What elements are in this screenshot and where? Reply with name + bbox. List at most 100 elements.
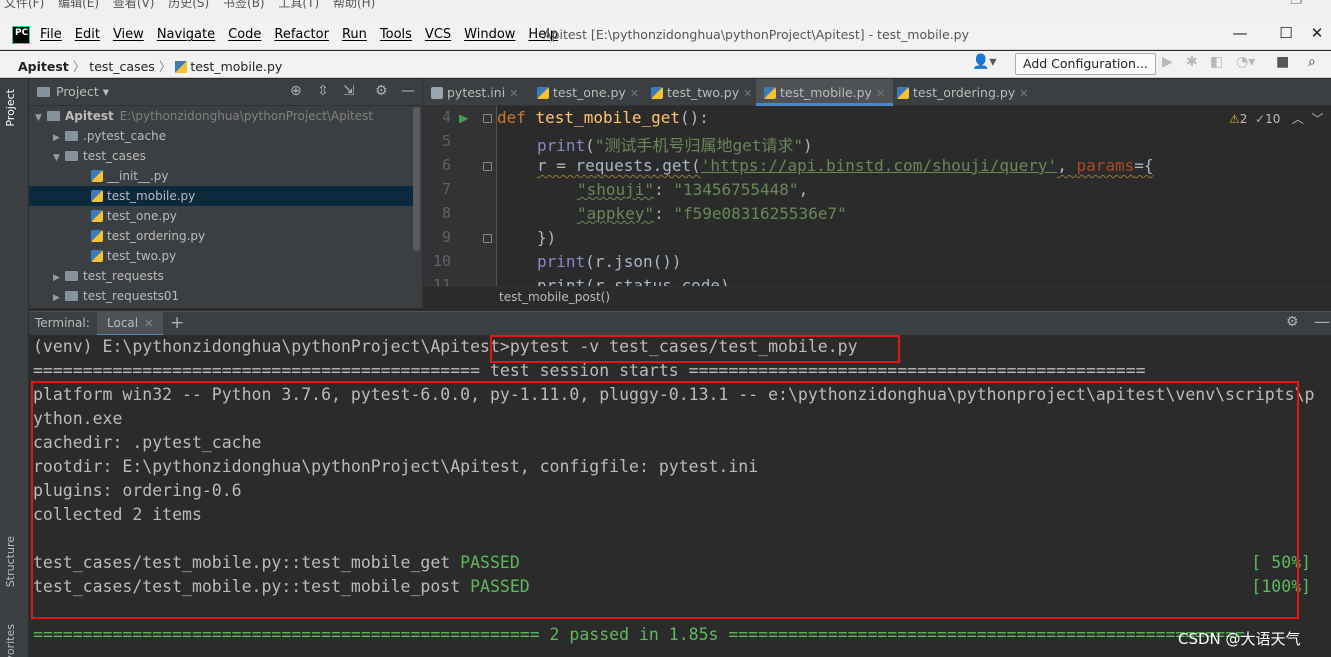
tab-test-one[interactable]: test_one.py ✕	[529, 79, 647, 106]
project-tool-tab[interactable]: Project	[4, 89, 17, 127]
terminal-output[interactable]: (venv) E:\pythonzidonghua\pythonProject\…	[29, 335, 1331, 657]
folder-icon	[65, 131, 78, 141]
inspection-widget[interactable]: ⚠2 ✓10 ︿ ﹀	[1229, 110, 1324, 127]
python-file-icon	[91, 250, 103, 262]
breadcrumb-folder[interactable]: test_cases	[89, 59, 155, 74]
folder-icon	[65, 151, 78, 161]
project-scrollbar[interactable]	[413, 107, 420, 251]
highlight-box-command	[490, 335, 900, 363]
code-line-6: r = requests.get('https://api.binstd.com…	[537, 156, 1154, 175]
python-file-icon	[91, 190, 103, 202]
favorites-tool-tab[interactable]: vorites	[4, 624, 17, 657]
expand-all-icon[interactable]: ⇳	[317, 83, 329, 99]
close-tab-icon[interactable]: ✕	[743, 87, 752, 100]
structure-tool-tab[interactable]: Structure	[4, 536, 17, 587]
tree-item-init[interactable]: __init__.py	[29, 166, 413, 186]
os-menu-text: 文件(F) 编辑(E) 查看(V) 历史(S) 书签(B) 工具(T) 帮助(H…	[4, 0, 376, 10]
warning-icon: ⚠	[1229, 112, 1240, 126]
hide-icon[interactable]: —	[1314, 312, 1330, 331]
breadcrumb: Apitest 〉 test_cases 〉 test_mobile.py	[18, 59, 283, 74]
python-file-icon	[91, 230, 103, 242]
locate-icon[interactable]: ⊕	[290, 83, 302, 99]
menu-file[interactable]: File	[40, 27, 62, 42]
menu-refactor[interactable]: Refactor	[274, 27, 329, 42]
menu-tools[interactable]: Tools	[380, 27, 412, 42]
breadcrumb-project[interactable]: Apitest	[18, 59, 69, 74]
code-line-10: print(r.json())	[537, 252, 682, 271]
project-panel: Project ▾ ⊕ ⇳ ⇲ ⚙ — ▼ Apitest E:\pythonzid…	[29, 79, 422, 308]
tree-item-test-two[interactable]: test_two.py	[29, 246, 413, 266]
tree-item-test-requests[interactable]: ▶ test_requests	[29, 266, 413, 286]
editor-breadcrumb[interactable]: test_mobile_post()	[499, 290, 610, 304]
stop-icon[interactable]: ■	[1276, 54, 1289, 70]
project-title[interactable]: Project ▾	[37, 84, 109, 99]
debug-icon[interactable]: ✱	[1186, 54, 1198, 70]
menubar: PC File Edit View Navigate Code Refactor…	[0, 20, 1331, 50]
pycharm-logo-icon: PC	[12, 26, 30, 44]
breadcrumb-file[interactable]: test_mobile.py	[190, 59, 282, 74]
menu-edit[interactable]: Edit	[75, 27, 100, 42]
maximize-icon[interactable]: ☐	[1274, 24, 1298, 44]
menu-window[interactable]: Window	[464, 27, 515, 42]
menu-run[interactable]: Run	[342, 27, 367, 42]
collapse-all-icon[interactable]: ⇲	[343, 83, 355, 99]
left-tool-strip: Project Structure vorites	[0, 79, 29, 657]
tree-item-test-ordering[interactable]: test_ordering.py	[29, 226, 413, 246]
terminal-tab-local[interactable]: Local ✕	[97, 312, 164, 336]
minimize-icon[interactable]: —	[1228, 24, 1252, 44]
line-number: 6	[441, 156, 451, 174]
menu-view[interactable]: View	[113, 27, 144, 42]
add-terminal-icon[interactable]: +	[170, 313, 184, 333]
tab-test-ordering[interactable]: test_ordering.py ✕	[889, 79, 1036, 106]
next-highlight-icon[interactable]: ﹀	[1312, 112, 1324, 126]
editor-breadcrumb-bar: test_mobile_post()	[423, 286, 1331, 308]
terminal-label: Terminal:	[35, 316, 90, 330]
search-icon[interactable]: ⌕	[1308, 54, 1316, 70]
line-number: 8	[441, 204, 451, 222]
tab-pytest-ini[interactable]: pytest.ini ✕	[423, 79, 526, 106]
window-title: Apitest [E:\pythonzidonghua\pythonProjec…	[543, 27, 970, 42]
fold-icon[interactable]	[483, 114, 492, 123]
user-icon[interactable]: 👤▾	[972, 54, 996, 70]
tab-test-two[interactable]: test_two.py ✕	[643, 79, 760, 106]
tree-item-pytest-cache[interactable]: ▶ .pytest_cache	[29, 126, 413, 146]
code-area[interactable]: def test_mobile_get(): print("测试手机号归属地ge…	[497, 106, 1327, 286]
menu-code[interactable]: Code	[228, 27, 261, 42]
code-line-9: })	[537, 228, 557, 247]
settings-icon[interactable]: ⚙	[375, 83, 388, 99]
fold-icon[interactable]	[483, 234, 492, 243]
gear-icon[interactable]: ⚙	[1286, 314, 1299, 330]
prev-highlight-icon[interactable]: ︿	[1292, 112, 1304, 126]
python-file-icon	[764, 87, 776, 99]
code-line-7: "shouji": "13456755448",	[577, 180, 809, 199]
close-tab-icon[interactable]: ✕	[1019, 87, 1028, 100]
close-tab-icon[interactable]: ✕	[630, 87, 639, 100]
fold-icon[interactable]	[483, 162, 492, 171]
hide-icon[interactable]: —	[401, 83, 415, 99]
line-number: 5	[441, 132, 451, 150]
menu-navigate[interactable]: Navigate	[157, 27, 215, 42]
run-test-icon[interactable]: ▶	[459, 111, 468, 125]
add-configuration-button[interactable]: Add Configuration...	[1015, 53, 1156, 75]
tree-item-test-requests01[interactable]: ▶ test_requests01	[29, 286, 413, 306]
tree-item-test-cases[interactable]: ▼ test_cases	[29, 146, 413, 166]
folder-icon	[65, 291, 78, 301]
navigation-bar: Apitest 〉 test_cases 〉 test_mobile.py 👤▾ Add…	[0, 51, 1331, 78]
close-tab-icon[interactable]: ✕	[509, 87, 518, 100]
line-number: 10	[432, 252, 451, 270]
restore-icon[interactable]: ❐	[1290, 0, 1303, 8]
profile-icon[interactable]: ◔▾	[1236, 54, 1255, 70]
code-line-8: "appkey": "f59e0831625536e7"	[577, 204, 847, 223]
close-tab-icon[interactable]: ✕	[144, 317, 153, 330]
tree-item-test-mobile[interactable]: test_mobile.py	[29, 186, 413, 206]
tree-item-test-one[interactable]: test_one.py	[29, 206, 413, 226]
coverage-icon[interactable]: ◧	[1210, 54, 1223, 70]
close-icon[interactable]: ✕	[1305, 24, 1329, 44]
run-icon[interactable]: ▶	[1162, 54, 1173, 70]
close-tab-icon[interactable]: ✕	[876, 87, 885, 100]
tree-item-apitest[interactable]: ▼ Apitest E:\pythonzidonghua\pythonProject…	[29, 106, 413, 126]
tab-test-mobile[interactable]: test_mobile.py ✕	[756, 79, 894, 106]
ini-file-icon	[431, 87, 443, 99]
code-line-5: print("测试手机号归属地get请求")	[537, 136, 813, 155]
menu-vcs[interactable]: VCS	[425, 27, 451, 42]
